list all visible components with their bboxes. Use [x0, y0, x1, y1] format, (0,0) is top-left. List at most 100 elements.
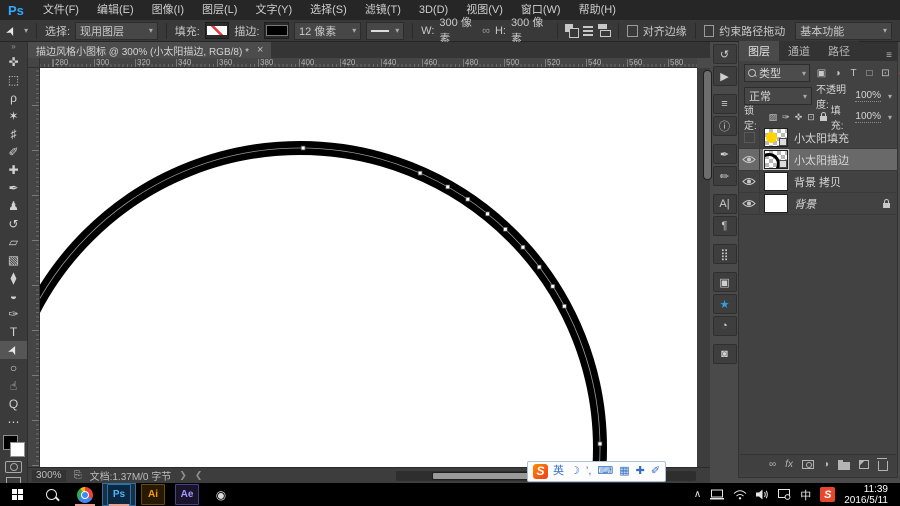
eraser-tool[interactable]: ▱ [0, 233, 27, 251]
lock-pixels-icon[interactable]: ✑ [782, 112, 790, 123]
sogou-input-bar[interactable]: S 英☽’,⌨▦✚✐ [527, 461, 666, 482]
sogou-tool-icon-5[interactable]: ✚ [636, 463, 645, 480]
layer-name[interactable]: 背景 拷贝 [788, 174, 897, 190]
close-icon[interactable]: × [257, 44, 263, 56]
hand-tool[interactable]: ☝ [0, 377, 27, 395]
layer-group-icon[interactable] [838, 462, 850, 470]
move-tool[interactable]: ✜ [0, 53, 27, 71]
constrain-path-checkbox[interactable] [704, 25, 715, 37]
layer-row[interactable]: 背景 拷贝 [739, 171, 897, 193]
brush-tool[interactable]: ✒ [0, 179, 27, 197]
sogou-tool-icon-0[interactable]: 英 [553, 463, 564, 480]
illustrator-app[interactable]: Ai [136, 483, 170, 506]
layer-thumbnail[interactable] [764, 194, 788, 213]
lasso-tool[interactable]: ρ [0, 89, 27, 107]
visibility-eye-icon[interactable] [739, 193, 760, 214]
path-operations-icon[interactable] [565, 24, 577, 37]
filter-shape-layers-icon[interactable]: □ [864, 68, 875, 79]
fill-swatch[interactable] [205, 22, 230, 39]
menu-item[interactable]: 图层(L) [193, 0, 246, 20]
clone-stamp-tool[interactable]: ♟ [0, 197, 27, 215]
stroke-width-dropdown[interactable]: 12 像素▾ [294, 22, 361, 40]
info-panel-icon[interactable]: ⓘ [713, 116, 737, 136]
libraries-panel-icon[interactable]: ▣ [713, 272, 737, 292]
start-button[interactable] [0, 483, 34, 506]
type-tool[interactable]: T [0, 323, 27, 341]
layer-thumbnail[interactable] [764, 172, 788, 191]
sogou-logo[interactable]: S [533, 464, 548, 479]
properties-panel-icon[interactable]: ≡ [713, 94, 737, 114]
layer-effects-icon[interactable]: fx [785, 459, 793, 470]
tab-图层[interactable]: 图层 [739, 41, 779, 61]
aftereffects-app[interactable]: Ae [170, 483, 204, 506]
pattern-panel-icon[interactable]: ⣿ [713, 244, 737, 264]
status-collapse-arrow-icon[interactable]: ❮ [195, 470, 203, 481]
stock-panel-icon[interactable]: ◔ [713, 316, 737, 336]
adjustment-layer-icon[interactable]: ◑ [823, 459, 829, 470]
pen-tool[interactable]: ✑ [0, 305, 27, 323]
lock-artboard-icon[interactable]: ⊡ [807, 112, 815, 123]
lock-transparent-icon[interactable]: ▨ [769, 112, 778, 123]
current-tool-icon[interactable]: ➤ [3, 23, 20, 38]
path-alignment-icon[interactable] [583, 26, 593, 36]
panel-menu-icon[interactable]: ≡ [886, 50, 897, 61]
brush-panel-icon[interactable]: ✒ [713, 144, 737, 164]
history-brush-tool[interactable]: ↺ [0, 215, 27, 233]
layer-name[interactable]: 背景 [788, 196, 883, 212]
lock-all-icon[interactable] [820, 116, 827, 121]
actions-panel-icon[interactable]: ▶ [713, 66, 737, 86]
sogou-tool-icon-1[interactable]: ☽ [570, 463, 580, 480]
stroke-swatch[interactable] [264, 22, 289, 39]
link-dimensions-icon[interactable]: ∞ [482, 25, 490, 37]
align-edges-checkbox[interactable] [627, 25, 638, 37]
visibility-toggle-empty[interactable] [739, 127, 760, 148]
ime-indicator[interactable]: 中 [800, 487, 811, 503]
layer-name[interactable]: 小太阳描边 [788, 152, 897, 168]
brush-settings-panel-icon[interactable]: ✏ [713, 166, 737, 186]
sogou-tool-icon-2[interactable]: ’, [586, 463, 592, 480]
path-arrangement-icon[interactable] [598, 24, 610, 37]
export-icon[interactable]: ⎘ [74, 470, 82, 481]
visibility-eye-icon[interactable] [739, 149, 760, 170]
menu-item[interactable]: 滤镜(T) [356, 0, 410, 20]
tray-expand-icon[interactable]: ∧ [694, 489, 701, 500]
layer-thumbnail[interactable] [764, 150, 788, 169]
delete-layer-icon[interactable] [878, 461, 888, 471]
filter-type-layers-icon[interactable]: T [848, 68, 859, 79]
tool-preset-caret-icon[interactable]: ▾ [24, 26, 28, 35]
crop-tool[interactable]: ♯ [0, 125, 27, 143]
menu-item[interactable]: 帮助(H) [570, 0, 625, 20]
sogou-tool-icon-4[interactable]: ▦ [619, 463, 629, 480]
magic-wand-tool[interactable]: ✶ [0, 107, 27, 125]
zoom-level-field[interactable]: 300% [32, 470, 66, 482]
layer-row[interactable]: 背景 [739, 193, 897, 215]
filter-smart-objects-icon[interactable]: ⊡ [880, 68, 891, 79]
document-tab[interactable]: 描边风格小图标 @ 300% (小太阳描边, RGB/8) * × [28, 42, 271, 58]
menu-item[interactable]: 编辑(E) [88, 0, 143, 20]
sogou-tool-icon-6[interactable]: ✐ [651, 463, 660, 480]
photoshop-app[interactable]: Ps [102, 483, 136, 506]
status-popup-arrow-icon[interactable]: ❯ [179, 470, 187, 481]
layer-thumbnail[interactable] [764, 128, 788, 147]
sogou-tray-icon[interactable]: S [820, 487, 835, 502]
layer-name[interactable]: 小太阳填充 [788, 130, 897, 146]
gradient-tool[interactable]: ▧ [0, 251, 27, 269]
misc-app[interactable]: ◉ [204, 483, 238, 506]
taskbar-clock[interactable]: 11:39 2016/5/11 [844, 484, 892, 506]
chrome-app[interactable] [68, 483, 102, 506]
quick-mask-button[interactable] [5, 461, 22, 473]
ellipse-shape-tool[interactable]: ○ [0, 359, 27, 377]
filter-pixel-layers-icon[interactable]: ▣ [816, 68, 827, 79]
select-mode-dropdown[interactable]: 现用图层▾ [75, 22, 158, 40]
menu-item[interactable]: 选择(S) [301, 0, 356, 20]
lock-position-icon[interactable]: ✜ [795, 112, 803, 123]
fill-opacity-value[interactable]: 100% [855, 111, 881, 123]
opacity-value[interactable]: 100% [855, 90, 881, 102]
canvas[interactable] [40, 68, 697, 467]
chevron-down-icon[interactable]: ▾ [888, 113, 892, 122]
blur-tool[interactable]: ⧫ [0, 269, 27, 287]
link-layers-icon[interactable]: ∞ [769, 459, 776, 470]
history-panel-icon[interactable]: ↺ [713, 44, 737, 64]
edit-toolbar-dots[interactable]: ⋯ [0, 413, 27, 431]
speaker-icon[interactable] [756, 489, 769, 500]
